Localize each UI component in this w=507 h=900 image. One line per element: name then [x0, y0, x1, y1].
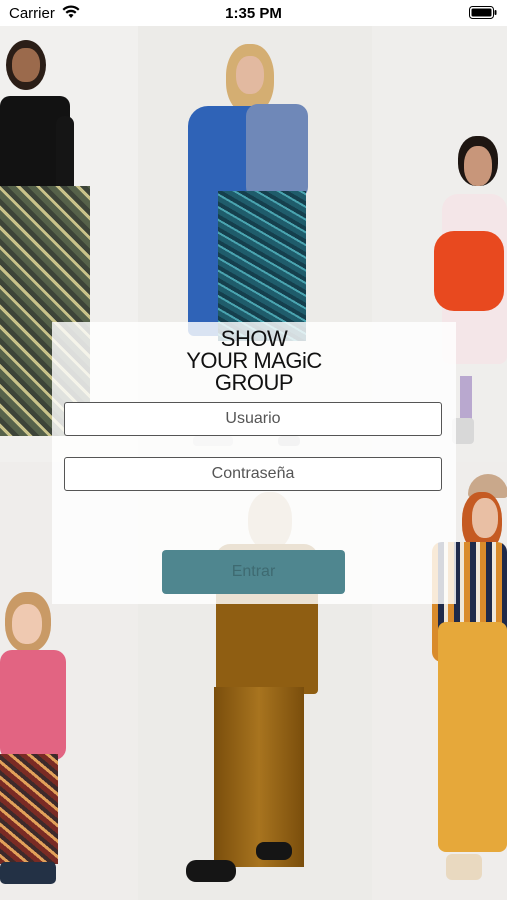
brand-logo: SHOW YOUR MAGiC GROUP: [52, 328, 456, 394]
login-button[interactable]: Entrar: [162, 550, 345, 594]
logo-line-3: GROUP: [214, 370, 294, 395]
battery-icon: [469, 6, 497, 19]
password-input[interactable]: [64, 457, 442, 491]
logo-line-1: SHOW: [220, 326, 288, 351]
logo-line-2: YOUR MAGiC: [186, 348, 322, 373]
status-time: 1:35 PM: [225, 5, 282, 22]
login-card: SHOW YOUR MAGiC GROUP Entrar: [52, 322, 456, 604]
status-bar: Carrier 1:35 PM: [0, 0, 507, 26]
username-input[interactable]: [64, 402, 442, 436]
